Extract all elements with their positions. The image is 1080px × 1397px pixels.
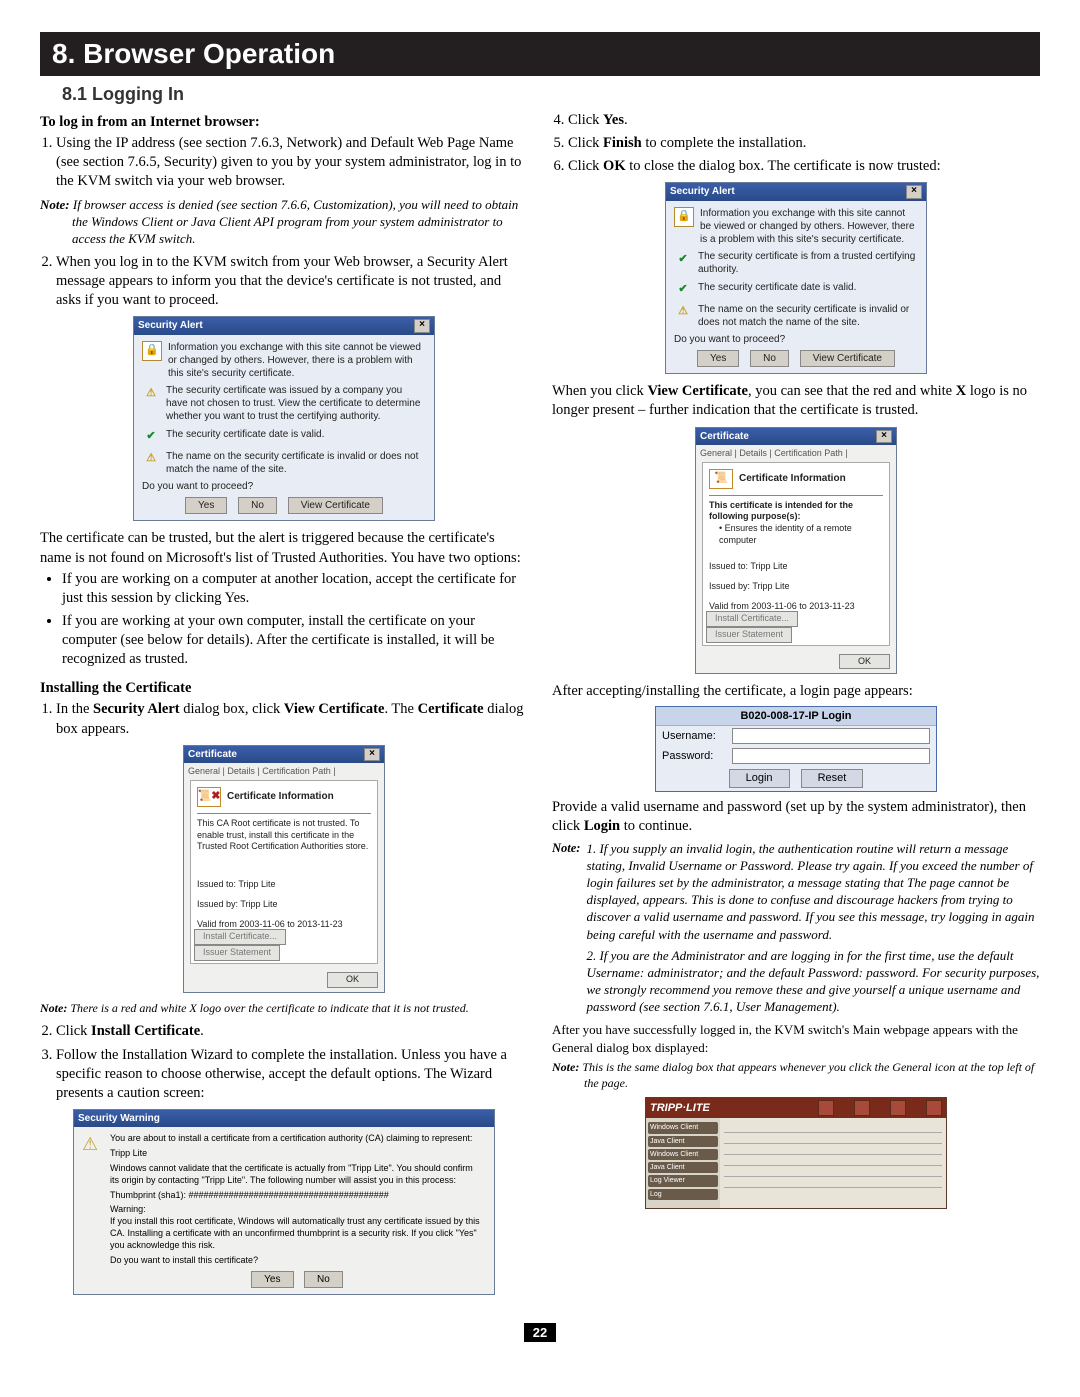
login-dialog: B020-008-17-IP Login Username: Password:… xyxy=(655,706,937,792)
section-title: 8.1 Logging In xyxy=(62,84,1040,105)
install-step-1: In the Security Alert dialog box, click … xyxy=(56,700,528,738)
kvm-main-page: TRIPP·LITE Windows Client Java Client Wi… xyxy=(645,1097,947,1209)
close-icon[interactable]: × xyxy=(364,748,380,761)
red-x-icon: ✖ xyxy=(211,789,220,804)
lock-icon: 🔒 xyxy=(674,207,694,227)
no-button[interactable]: No xyxy=(304,1271,343,1288)
cert-tabs[interactable]: General | Details | Certification Path | xyxy=(696,445,896,460)
kvm-content xyxy=(720,1118,946,1208)
right-column: Click Yes. Click Finish to complete the … xyxy=(552,109,1040,1303)
install-steps: In the Security Alert dialog box, click … xyxy=(56,700,528,738)
reset-button[interactable]: Reset xyxy=(801,769,864,788)
cert-trust-explain: The certificate can be trusted, but the … xyxy=(40,529,528,567)
certificate-dialog-trusted: Certificate× General | Details | Certifi… xyxy=(695,427,897,675)
note-browser-access: Note: If browser access is denied (see s… xyxy=(40,196,528,247)
yes-button[interactable]: Yes xyxy=(185,497,227,514)
toolbar-icon[interactable] xyxy=(926,1100,942,1116)
toolbar-icon[interactable] xyxy=(818,1100,834,1116)
toolbar-icon[interactable] xyxy=(890,1100,906,1116)
close-icon[interactable]: × xyxy=(906,185,922,198)
close-icon[interactable]: × xyxy=(414,319,430,332)
check-icon: ✔ xyxy=(674,281,692,299)
chapter-title: 8. Browser Operation xyxy=(40,32,1040,76)
login-steps-2: When you log in to the KVM switch from y… xyxy=(56,253,528,310)
options-list: If you are working on a computer at anot… xyxy=(62,570,528,670)
security-alert-dialog-2: Security Alert× 🔒Information you exchang… xyxy=(665,182,927,374)
security-alert-dialog-1: Security Alert× 🔒Information you exchang… xyxy=(133,316,435,521)
step-5: Click Finish to complete the installatio… xyxy=(568,134,1040,153)
step-6: Click OK to close the dialog box. The ce… xyxy=(568,157,1040,176)
install-steps-2: Click Install Certificate. Follow the In… xyxy=(56,1022,528,1103)
password-input[interactable] xyxy=(732,748,930,764)
sidebar-item[interactable]: Java Client xyxy=(648,1136,718,1147)
step-2: When you log in to the KVM switch from y… xyxy=(56,253,528,310)
install-step-2: Click Install Certificate. xyxy=(56,1022,528,1041)
after-login-text: After you have successfully logged in, t… xyxy=(552,1021,1040,1055)
page-number: 22 xyxy=(524,1323,556,1342)
step-4: Click Yes. xyxy=(568,111,1040,130)
sidebar-item[interactable]: Java Client xyxy=(648,1162,718,1173)
install-certificate-button[interactable]: Install Certificate... xyxy=(706,611,798,627)
login-button[interactable]: Login xyxy=(729,769,790,788)
sidebar-item[interactable]: Log Viewer xyxy=(648,1175,718,1186)
ok-button[interactable]: OK xyxy=(839,654,890,670)
sidebar-item[interactable]: Windows Client xyxy=(648,1122,718,1133)
warning-icon: ⚠ xyxy=(142,384,160,402)
certificate-icon: 📜✖ xyxy=(197,787,221,807)
cert-tabs[interactable]: General | Details | Certification Path | xyxy=(184,763,384,778)
certificate-icon: 📜 xyxy=(709,469,733,489)
subhead-install-cert: Installing the Certificate xyxy=(40,679,528,698)
left-column: To log in from an Internet browser: Usin… xyxy=(40,109,528,1303)
yes-button[interactable]: Yes xyxy=(251,1271,293,1288)
no-button[interactable]: No xyxy=(750,350,789,367)
certificate-dialog-untrusted: Certificate× General | Details | Certifi… xyxy=(183,745,385,993)
kvm-sidebar: Windows Client Java Client Windows Clien… xyxy=(646,1118,720,1208)
sidebar-item[interactable]: Windows Client xyxy=(648,1149,718,1160)
check-icon: ✔ xyxy=(674,250,692,268)
tripplite-logo: TRIPP·LITE xyxy=(650,1101,710,1116)
ok-button[interactable]: OK xyxy=(327,972,378,988)
sidebar-item[interactable]: Log xyxy=(648,1189,718,1200)
view-certificate-button[interactable]: View Certificate xyxy=(288,497,383,514)
warning-icon: ⚠ xyxy=(142,450,160,468)
yes-button[interactable]: Yes xyxy=(697,350,739,367)
note-general-dialog: Note: This is the same dialog box that a… xyxy=(552,1060,1040,1092)
view-cert-paragraph: When you click View Certificate, you can… xyxy=(552,382,1040,420)
subhead-login: To log in from an Internet browser: xyxy=(40,113,528,132)
issuer-statement-button: Issuer Statement xyxy=(706,627,792,643)
step-1: Using the IP address (see section 7.6.3,… xyxy=(56,134,528,191)
login-notes: Note: 1. If you supply an invalid login,… xyxy=(552,840,1040,1016)
check-icon: ✔ xyxy=(142,428,160,446)
login-title: B020-008-17-IP Login xyxy=(656,707,936,727)
password-label: Password: xyxy=(662,749,732,764)
username-label: Username: xyxy=(662,729,732,744)
note-red-x: Note: There is a red and white X logo ov… xyxy=(40,1001,528,1017)
toolbar-icon[interactable] xyxy=(854,1100,870,1116)
install-step-3: Follow the Installation Wizard to comple… xyxy=(56,1046,528,1103)
warning-icon: ⚠ xyxy=(82,1133,98,1157)
dialog-title: Security Alert xyxy=(138,319,203,332)
login-page-intro: After accepting/installing the certifica… xyxy=(552,682,1040,701)
issuer-statement-button: Issuer Statement xyxy=(194,945,280,961)
security-warning-dialog: Security Warning ⚠ You are about to inst… xyxy=(73,1109,495,1295)
username-input[interactable] xyxy=(732,728,930,744)
view-certificate-button[interactable]: View Certificate xyxy=(800,350,895,367)
no-button[interactable]: No xyxy=(238,497,277,514)
login-steps: Using the IP address (see section 7.6.3,… xyxy=(56,134,528,191)
provide-credentials: Provide a valid username and password (s… xyxy=(552,798,1040,836)
lock-icon: 🔒 xyxy=(142,341,162,361)
install-steps-right: Click Yes. Click Finish to complete the … xyxy=(568,111,1040,176)
warning-icon: ⚠ xyxy=(674,303,692,321)
install-certificate-button[interactable]: Install Certificate... xyxy=(194,929,286,945)
close-icon[interactable]: × xyxy=(876,430,892,443)
